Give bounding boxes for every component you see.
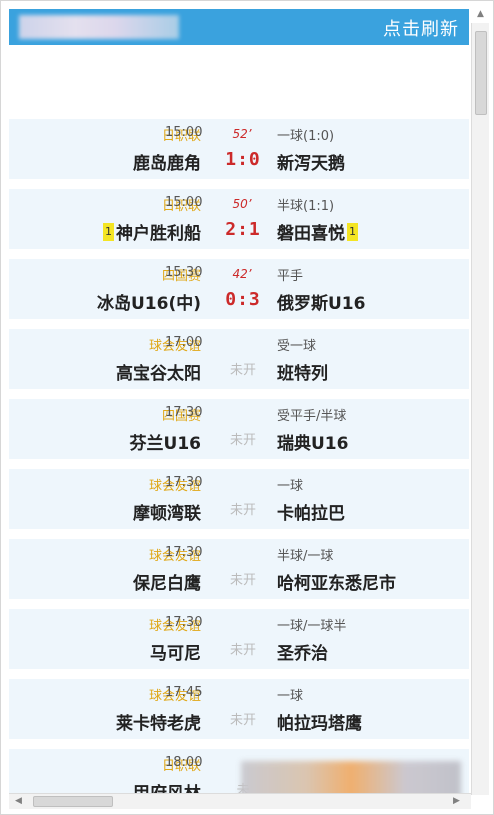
scroll-up-icon[interactable]: ▲ [477,9,484,19]
scroll-left-icon[interactable]: ◀ [15,796,22,806]
yellow-card-badge: 1 [103,222,114,241]
handicap-odds: 受平手/半球 [277,409,347,424]
away-team-name: 圣乔治 [277,644,328,664]
match-minute: 42’ [232,267,252,281]
away-team-name: 卡帕拉巴 [277,504,345,524]
away-team: 新泻天鹅 [277,149,345,174]
live-score: 1:0 [225,149,261,170]
home-team: 保尼白鹰 [133,569,201,594]
vertical-scroll-thumb[interactable] [475,31,487,115]
handicap-odds: 半球(1:1) [277,199,335,214]
home-team-name: 马可尼 [150,644,201,664]
away-team-name: 新泻天鹅 [277,154,345,174]
kickoff-time: 15:30 [165,265,203,280]
home-team: 高宝谷太阳 [116,359,201,384]
home-team-name: 摩顿湾联 [133,504,201,524]
match-row[interactable]: 球会友谊 17:45 未开 莱卡特老虎 一球 帕拉玛塔鹰 [9,679,469,739]
home-team-name: 高宝谷太阳 [116,364,201,384]
horizontal-scrollbar[interactable]: ◀ ▶ [9,793,471,809]
home-team: 1 神户胜利船 [101,219,201,244]
home-team: 莱卡特老虎 [116,709,201,734]
away-team-name: 瑞典U16 [277,434,349,454]
kickoff-time: 17:30 [165,615,203,630]
home-team: 摩顿湾联 [133,499,201,524]
horizontal-scroll-thumb[interactable] [33,796,113,807]
away-team: 哈柯亚东悉尼市 [277,569,396,594]
away-team-name: 班特列 [277,364,328,384]
home-team: 鹿岛鹿角 [133,149,201,174]
home-team-name: 冰岛U16(中) [96,294,201,314]
match-minute: 52’ [232,127,252,141]
home-team: 马可尼 [150,639,201,664]
handicap-odds: 受一球 [277,339,317,354]
not-started-status: 未开 [229,363,256,378]
not-started-status: 未开 [229,643,256,658]
not-started-status: 未开 [229,713,256,728]
vertical-scrollbar[interactable]: ▲ [471,9,489,795]
away-team: 圣乔治 [277,639,328,664]
not-started-status: 未开 [229,503,256,518]
kickoff-time: 17:30 [165,475,203,490]
away-team-name: 磐田喜悦 [277,224,345,244]
kickoff-time: 17:30 [165,545,203,560]
kickoff-time: 18:00 [165,755,203,770]
away-team-name: 俄罗斯U16 [277,294,366,314]
home-team: 芬兰U16 [130,429,201,454]
live-score: 0:3 [225,289,261,310]
home-team-name: 鹿岛鹿角 [133,154,201,174]
header-bar: 点击刷新 [9,9,469,45]
match-list: 日职联 15:00 52’ 1:0 鹿岛鹿角 一球(1:0) 新泻天鹅 日职联 … [9,119,469,799]
home-team-name: 神户胜利船 [116,224,201,244]
not-started-status: 未开 [229,433,256,448]
handicap-odds: 平手 [277,269,304,284]
page-frame: 点击刷新 日职联 15:00 52’ 1:0 鹿岛鹿角 一球(1:0) 新泻天鹅… [0,0,494,815]
match-row[interactable]: 日职联 15:00 50’ 2:1 1 神户胜利船 半球(1:1) 磐田喜悦 1 [9,189,469,249]
away-team: 瑞典U16 [277,429,348,454]
handicap-odds: 一球(1:0) [277,129,335,144]
scroll-right-icon[interactable]: ▶ [453,796,460,806]
kickoff-time: 17:00 [165,335,203,350]
match-row[interactable]: 日职联 15:00 52’ 1:0 鹿岛鹿角 一球(1:0) 新泻天鹅 [9,119,469,179]
handicap-odds: 一球/一球半 [277,619,347,634]
kickoff-time: 17:45 [165,685,203,700]
away-team-name: 帕拉玛塔鹰 [277,714,362,734]
kickoff-time: 15:00 [165,195,203,210]
match-row[interactable]: 球会友谊 17:00 未开 高宝谷太阳 受一球 班特列 [9,329,469,389]
match-minute: 50’ [232,197,252,211]
away-team: 帕拉玛塔鹰 [277,709,362,734]
yellow-card-badge: 1 [347,222,358,241]
away-team-name: 哈柯亚东悉尼市 [277,574,396,594]
match-row[interactable]: 球会友谊 17:30 未开 马可尼 一球/一球半 圣乔治 [9,609,469,669]
home-team-name: 保尼白鹰 [133,574,201,594]
not-started-status: 未开 [229,573,256,588]
home-team: 冰岛U16(中) [97,289,201,314]
home-team-name: 芬兰U16 [129,434,201,454]
handicap-odds: 一球 [277,689,304,704]
match-row[interactable]: 球会友谊 17:30 未开 保尼白鹰 半球/一球 哈柯亚东悉尼市 [9,539,469,599]
away-team: 俄罗斯U16 [277,289,365,314]
home-team-name: 莱卡特老虎 [116,714,201,734]
kickoff-time: 17:30 [165,405,203,420]
handicap-odds: 一球 [277,479,304,494]
refresh-button[interactable]: 点击刷新 [383,15,459,41]
kickoff-time: 15:00 [165,125,203,140]
away-team: 卡帕拉巴 [277,499,345,524]
match-row[interactable]: 四国赛 17:30 未开 芬兰U16 受平手/半球 瑞典U16 [9,399,469,459]
away-team: 班特列 [277,359,328,384]
match-row[interactable]: 四国赛 15:30 42’ 0:3 冰岛U16(中) 平手 俄罗斯U16 [9,259,469,319]
match-row[interactable]: 球会友谊 17:30 未开 摩顿湾联 一球 卡帕拉巴 [9,469,469,529]
live-score: 2:1 [225,219,261,240]
away-team: 磐田喜悦 1 [277,219,360,244]
handicap-odds: 半球/一球 [277,549,334,564]
blurred-logo [19,15,179,39]
